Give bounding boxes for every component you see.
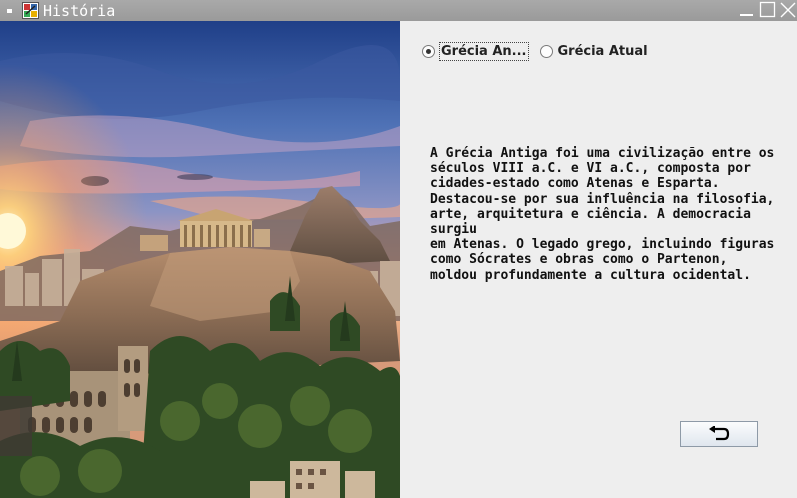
back-button[interactable] [680,421,758,447]
system-menu-icon[interactable] [7,9,12,13]
radio-selected-indicator[interactable] [422,44,435,58]
maximize-icon[interactable] [759,1,777,19]
minimize-icon[interactable] [738,1,756,19]
radio-ancient-greece[interactable]: Grécia An... [422,41,529,61]
close-icon[interactable] [779,1,797,19]
content-panel: Grécia An... Grécia Atual A Grécia Antig… [400,21,797,498]
title-bar[interactable]: História [0,0,797,21]
era-selector: Grécia An... Grécia Atual [422,40,660,62]
window-title: História [43,2,116,20]
acropolis-image [0,21,400,498]
undo-arrow-icon [709,426,730,441]
acropolis-sunset-picture [0,21,400,498]
radio-modern-label[interactable]: Grécia Atual [558,44,648,59]
app-window: História Grécia An... Grécia Atual A Gré… [0,0,797,498]
java-app-icon [22,2,39,19]
history-description: A Grécia Antiga foi uma civilização entr… [430,146,775,283]
radio-unselected-indicator[interactable] [539,44,553,58]
radio-modern-greece[interactable]: Grécia Atual [539,44,648,59]
radio-ancient-label[interactable]: Grécia An... [439,41,529,61]
